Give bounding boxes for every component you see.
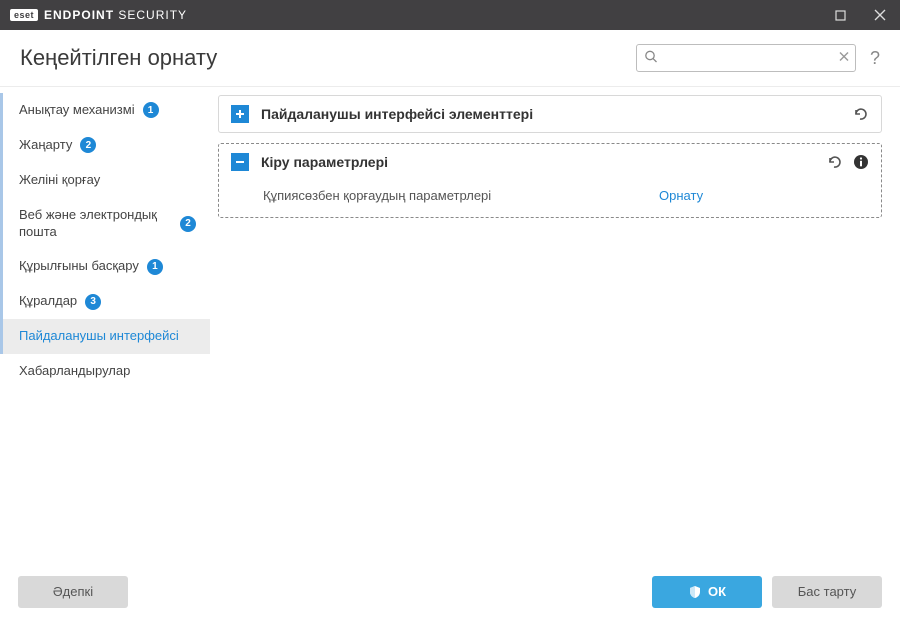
sidebar-item-device-control[interactable]: Құрылғыны басқару 1 bbox=[0, 249, 210, 284]
header: Кеңейтілген орнату ? bbox=[0, 30, 900, 87]
sidebar-item-user-interface[interactable]: Пайдаланушы интерфейсі bbox=[0, 319, 210, 354]
sidebar-badge: 2 bbox=[180, 216, 196, 232]
body: Анықтау механизмі 1 Жаңарту 2 Желіні қор… bbox=[0, 87, 900, 562]
sidebar-item-label: Анықтау механизмі bbox=[19, 102, 135, 119]
search-field-wrap bbox=[636, 44, 856, 72]
header-actions: ? bbox=[636, 44, 884, 72]
footer: Әдепкі ОК Бас тарту bbox=[0, 562, 900, 620]
info-icon bbox=[853, 154, 869, 170]
sidebar-item-detection-engine[interactable]: Анықтау механизмі 1 bbox=[0, 93, 210, 128]
sidebar-item-label: Хабарландырулар bbox=[19, 363, 130, 380]
sidebar: Анықтау механизмі 1 Жаңарту 2 Желіні қор… bbox=[0, 87, 210, 562]
content-area: Пайдаланушы интерфейсі элементтері Кіру … bbox=[210, 87, 900, 562]
page-title: Кеңейтілген орнату bbox=[20, 45, 217, 71]
ok-button[interactable]: ОК bbox=[652, 576, 762, 608]
sidebar-item-label: Веб және электрондық пошта bbox=[19, 207, 172, 241]
sidebar-item-label: Жаңарту bbox=[19, 137, 72, 154]
cancel-button[interactable]: Бас тарту bbox=[772, 576, 882, 608]
sidebar-item-label: Пайдаланушы интерфейсі bbox=[19, 328, 179, 345]
setting-row-password-protection: Құпиясөзбен қорғаудың параметрлері Орнат… bbox=[263, 188, 869, 203]
setting-action-link[interactable]: Орнату bbox=[659, 188, 869, 203]
undo-icon bbox=[851, 105, 869, 123]
info-button[interactable] bbox=[853, 154, 869, 170]
maximize-button[interactable] bbox=[820, 0, 860, 30]
expand-icon bbox=[231, 105, 249, 123]
sidebar-item-tools[interactable]: Құралдар 3 bbox=[0, 284, 210, 319]
sidebar-item-update[interactable]: Жаңарту 2 bbox=[0, 128, 210, 163]
shield-icon bbox=[688, 585, 702, 599]
close-icon bbox=[874, 9, 886, 21]
undo-icon bbox=[825, 153, 843, 171]
help-button[interactable]: ? bbox=[866, 48, 884, 69]
close-button[interactable] bbox=[860, 0, 900, 30]
sidebar-badge: 1 bbox=[143, 102, 159, 118]
sidebar-badge: 2 bbox=[80, 137, 96, 153]
sidebar-item-network-protection[interactable]: Желіні қорғау bbox=[0, 163, 210, 198]
clear-search-button[interactable] bbox=[838, 51, 850, 66]
panel-title: Пайдаланушы интерфейсі элементтері bbox=[261, 106, 839, 122]
default-button[interactable]: Әдепкі bbox=[18, 576, 128, 608]
panel-access-setup: Кіру параметрлері Құпиясөзбен қорғаудың … bbox=[218, 143, 882, 218]
setting-label: Құпиясөзбен қорғаудың параметрлері bbox=[263, 188, 659, 203]
sidebar-badge: 3 bbox=[85, 294, 101, 310]
maximize-icon bbox=[835, 10, 846, 21]
logo-badge: eset bbox=[10, 9, 38, 21]
panel-body-access-setup: Құпиясөзбен қорғаудың параметрлері Орнат… bbox=[219, 180, 881, 217]
sidebar-item-label: Желіні қорғау bbox=[19, 172, 100, 189]
sidebar-item-label: Құралдар bbox=[19, 293, 77, 310]
x-icon bbox=[838, 51, 850, 63]
revert-button[interactable] bbox=[825, 153, 843, 171]
panel-header-ui-elements[interactable]: Пайдаланушы интерфейсі элементтері bbox=[219, 96, 881, 132]
search-icon bbox=[644, 50, 658, 67]
panel-ui-elements: Пайдаланушы интерфейсі элементтері bbox=[218, 95, 882, 133]
revert-button[interactable] bbox=[851, 105, 869, 123]
sidebar-badge: 1 bbox=[147, 259, 163, 275]
panel-header-access-setup[interactable]: Кіру параметрлері bbox=[219, 144, 881, 180]
titlebar: eset ENDPOINT SECURITY bbox=[0, 0, 900, 30]
sidebar-item-notifications[interactable]: Хабарландырулар bbox=[0, 354, 210, 389]
collapse-icon bbox=[231, 153, 249, 171]
search-input[interactable] bbox=[636, 44, 856, 72]
product-name: ENDPOINT SECURITY bbox=[44, 8, 187, 22]
sidebar-item-label: Құрылғыны басқару bbox=[19, 258, 139, 275]
sidebar-item-web-email[interactable]: Веб және электрондық пошта 2 bbox=[0, 198, 210, 250]
titlebar-brand: eset ENDPOINT SECURITY bbox=[10, 8, 187, 22]
window-controls bbox=[820, 0, 900, 30]
panel-title: Кіру параметрлері bbox=[261, 154, 813, 170]
